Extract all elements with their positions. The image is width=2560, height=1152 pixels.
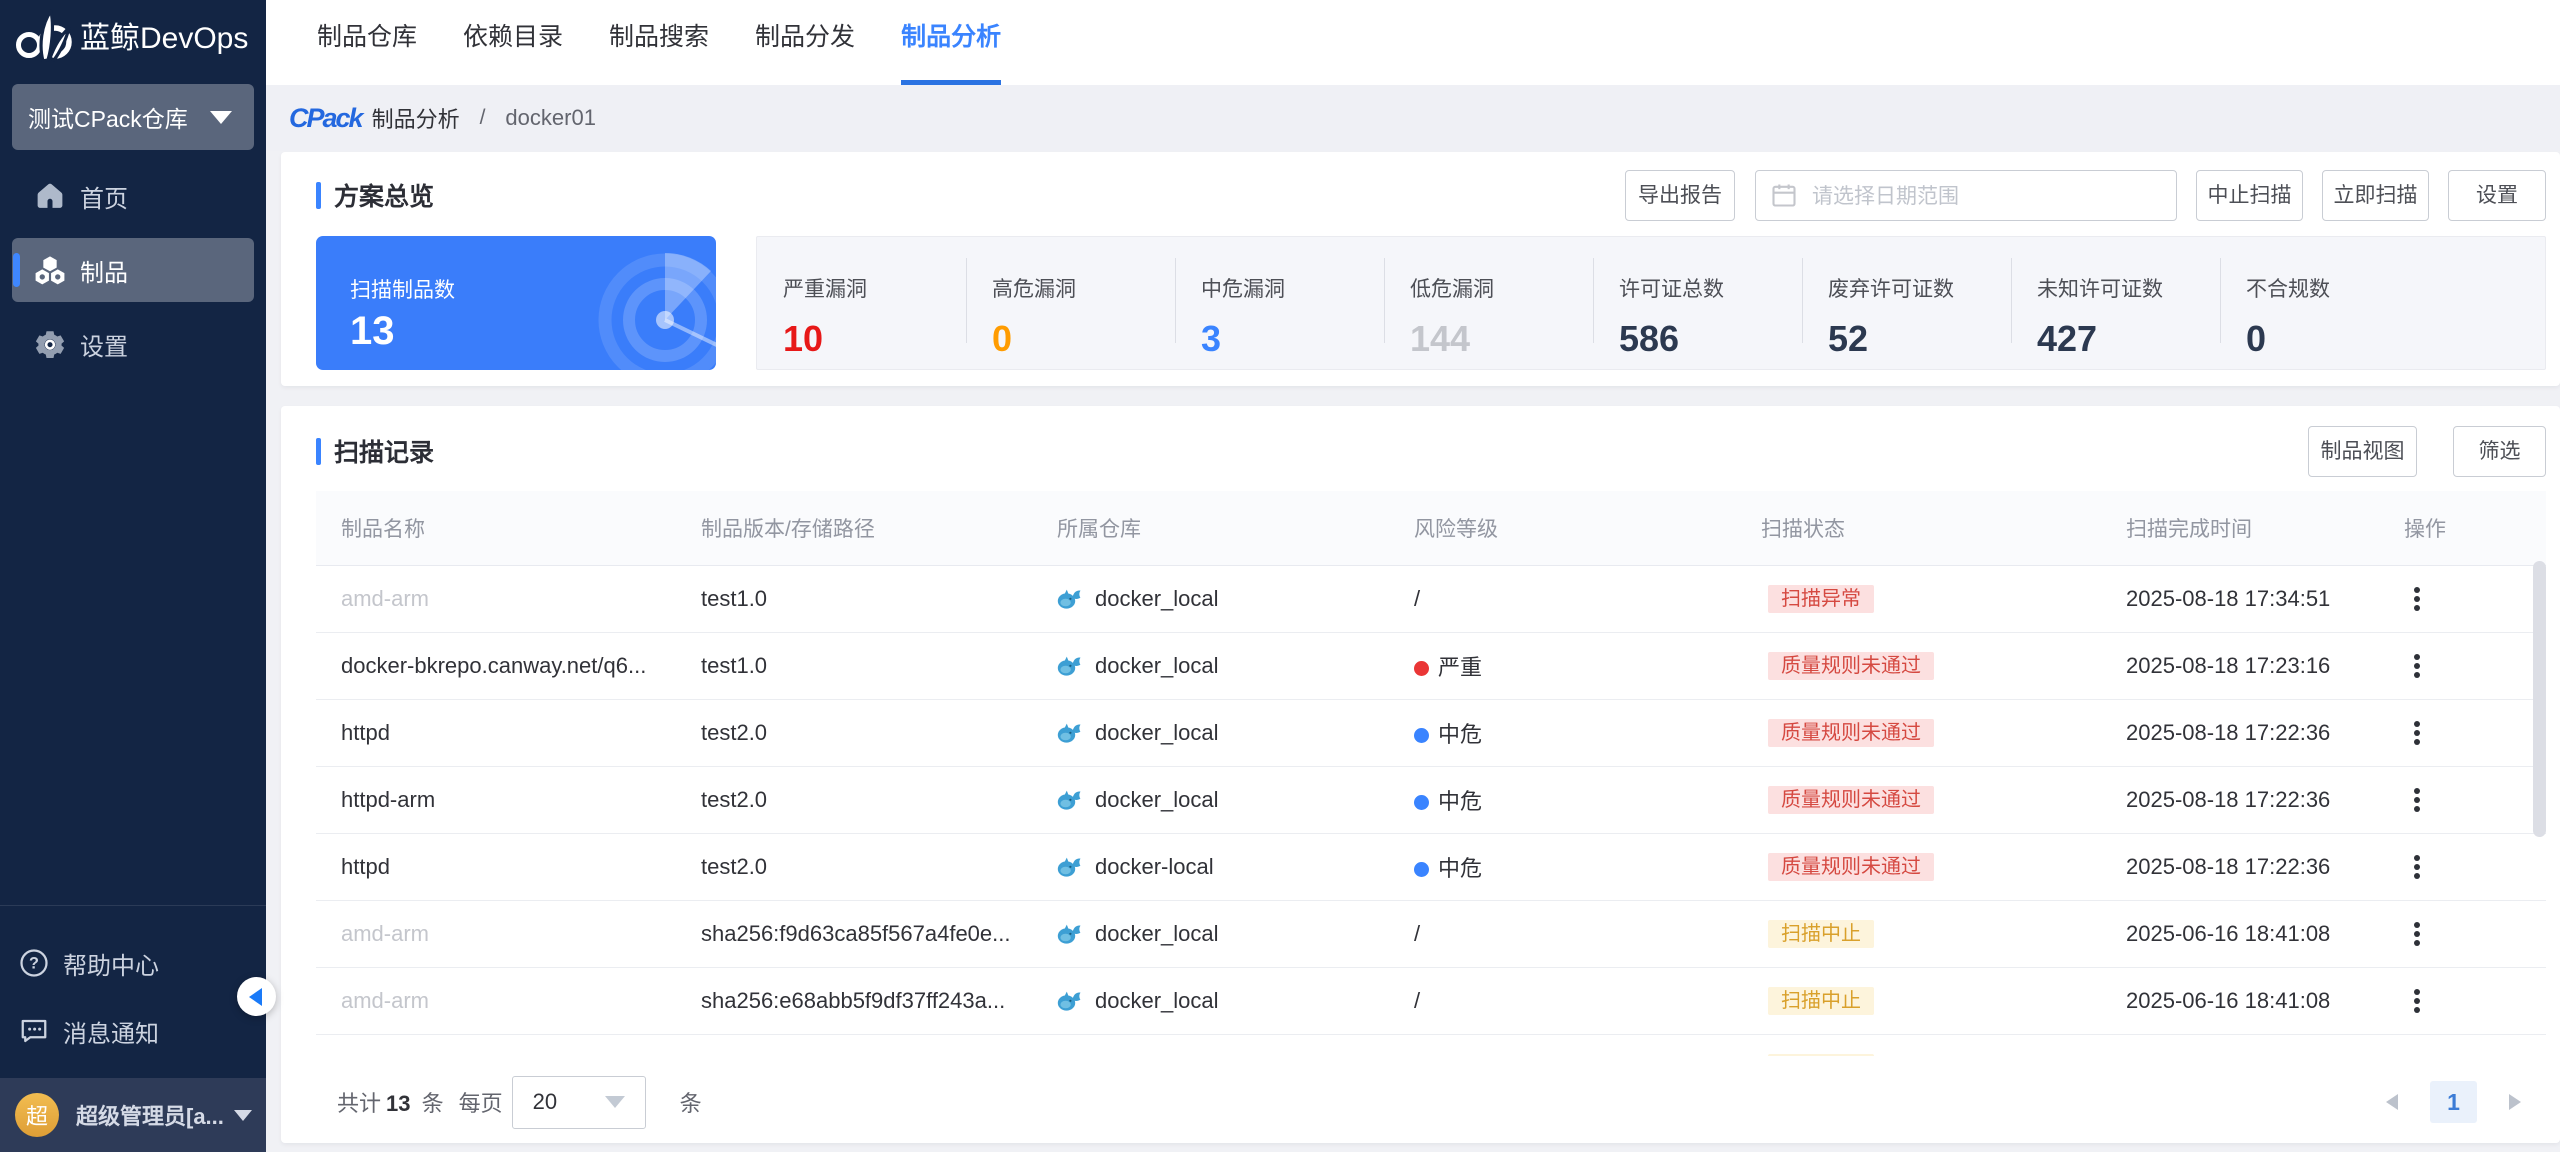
svg-text:?: ? bbox=[29, 955, 39, 973]
